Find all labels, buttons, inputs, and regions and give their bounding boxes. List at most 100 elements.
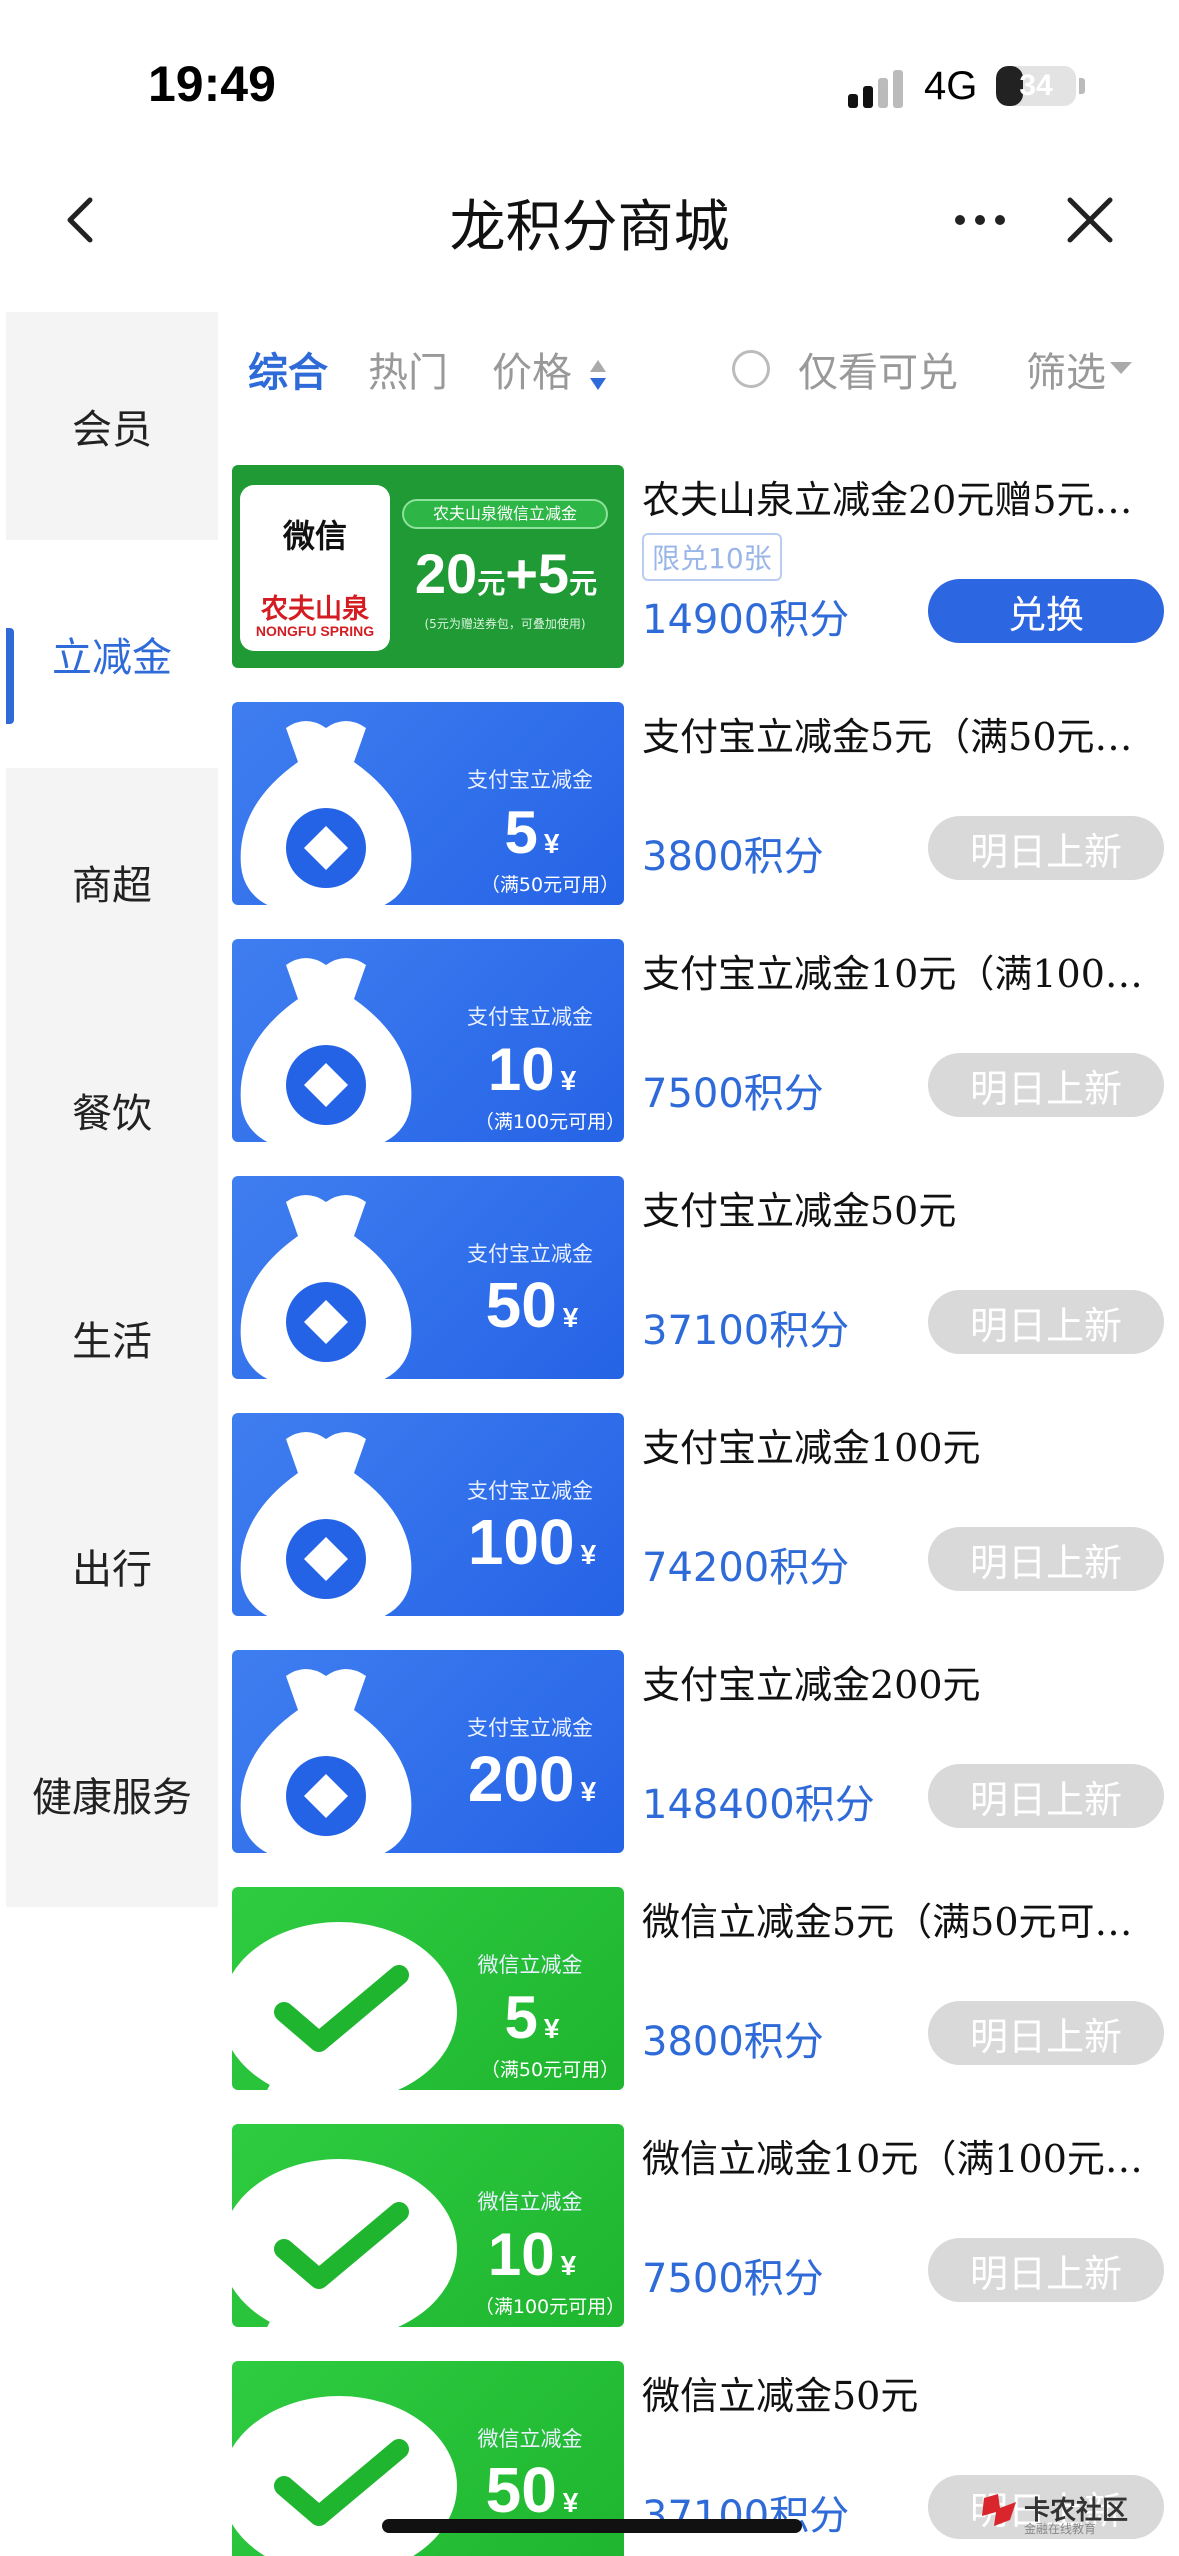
coupon-label: 支付宝立减金: [467, 1005, 593, 1029]
coupon-amount: 5 ¥: [504, 799, 560, 866]
product-price: 7500积分: [642, 2256, 824, 2302]
nav-bar: 龙积分商城: [0, 160, 1179, 280]
coming-soon-button[interactable]: 明日上新: [928, 816, 1164, 880]
wechat-label: 微信: [282, 517, 347, 555]
product-title: 支付宝立减金5元（满50元…: [642, 715, 1133, 759]
coupon-amount: 200 ¥: [467, 1743, 597, 1815]
product-item[interactable]: 微信 农夫山泉 NONGFU SPRING 农夫山泉微信立减金 20元+5元 (…: [232, 465, 1179, 668]
redeem-button[interactable]: 兑换: [928, 579, 1164, 643]
sidebar-item-dining[interactable]: 餐饮: [6, 996, 218, 1224]
coming-soon-button[interactable]: 明日上新: [928, 2001, 1164, 2065]
status-bar: 19:49 4G 34: [0, 0, 1179, 150]
product-item[interactable]: 支付宝立减金 5 ¥ （满50元可用） 支付宝立减金5元（满50元… 3800积分…: [232, 702, 1179, 905]
filter-comprehensive[interactable]: 综合: [248, 340, 328, 398]
product-image: 支付宝立减金 50 ¥: [232, 1176, 624, 1379]
product-image: 微信 农夫山泉 NONGFU SPRING 农夫山泉微信立减金 20元+5元 (…: [232, 465, 624, 668]
active-indicator: [6, 628, 14, 724]
sidebar-item-members[interactable]: 会员: [6, 312, 218, 540]
brand-name-en: NONGFU SPRING: [255, 623, 375, 639]
product-image: 支付宝立减金 10 ¥ （满100元可用）: [232, 939, 624, 1142]
signal-icon: [848, 70, 904, 108]
coupon-condition: （满50元可用）: [480, 874, 620, 896]
close-icon[interactable]: [1060, 190, 1120, 250]
money-bag-icon: [240, 958, 412, 1142]
coupon-amount: 20元+5元: [414, 542, 598, 605]
coupon-label: 微信立减金: [477, 2190, 583, 2214]
product-item[interactable]: 支付宝立减金 50 ¥ 支付宝立减金50元 37100积分 明日上新: [232, 1176, 1179, 1379]
product-item[interactable]: 支付宝立减金 200 ¥ 支付宝立减金200元 148400积分 明日上新: [232, 1650, 1179, 1853]
battery-level: 34: [1019, 69, 1053, 102]
money-bag-icon: [240, 1195, 412, 1379]
status-time: 19:49: [148, 56, 276, 112]
caret-down-icon: [1110, 362, 1132, 374]
product-price: 37100积分: [642, 1308, 850, 1354]
coming-soon-button[interactable]: 明日上新: [928, 2238, 1164, 2302]
product-price: 74200积分: [642, 1545, 850, 1591]
more-dots-icon[interactable]: [950, 190, 1010, 250]
coupon-label: 支付宝立减金: [467, 1479, 593, 1503]
product-item[interactable]: 支付宝立减金 10 ¥ （满100元可用） 支付宝立减金10元（满100… 750…: [232, 939, 1179, 1142]
product-price: 148400积分: [642, 1782, 875, 1828]
category-sidebar: 会员 立减金 商超 餐饮 生活 出行 健康服务: [6, 312, 218, 1907]
product-price: 3800积分: [642, 2019, 824, 2065]
filter-price[interactable]: 价格: [492, 340, 572, 398]
filter-hot[interactable]: 热门: [368, 340, 448, 398]
product-price: 14900积分: [642, 597, 850, 643]
coupon-label: 微信立减金: [477, 2427, 583, 2451]
product-image: 支付宝立减金 5 ¥ （满50元可用）: [232, 702, 624, 905]
sidebar-item-travel[interactable]: 出行: [6, 1452, 218, 1680]
coupon-amount: 100 ¥: [467, 1506, 597, 1578]
site-watermark: 卡农社区 金融在线教育: [980, 2490, 1130, 2536]
product-title: 微信立减金50元: [642, 2374, 919, 2418]
sidebar-item-supermarket[interactable]: 商超: [6, 768, 218, 996]
product-title: 微信立减金5元（满50元可…: [642, 1900, 1133, 1944]
coupon-label: 微信立减金: [477, 1953, 583, 1977]
money-bag-icon: [240, 1432, 412, 1616]
filter-only-available[interactable]: 仅看可兑: [798, 340, 958, 398]
battery-cap: [1079, 78, 1085, 94]
sort-icon[interactable]: [588, 358, 608, 392]
product-image: 支付宝立减金 100 ¥: [232, 1413, 624, 1616]
sidebar-item-discount[interactable]: 立减金: [6, 540, 218, 768]
wechat-chat-icon: [232, 1922, 457, 2090]
money-bag-icon: [240, 1669, 412, 1853]
coupon-condition: （满100元可用）: [474, 2296, 624, 2318]
product-item[interactable]: 微信立减金 5 ¥ （满50元可用） 微信立减金5元（满50元可… 3800积分 …: [232, 1887, 1179, 2090]
coupon-amount: 10 ¥: [487, 2221, 577, 2288]
network-label: 4G: [924, 64, 978, 108]
home-indicator[interactable]: [382, 2519, 802, 2533]
battery-icon: 34: [996, 66, 1076, 106]
coupon-condition: （满100元可用）: [474, 1111, 624, 1133]
product-item[interactable]: 微信立减金 10 ¥ （满100元可用） 微信立减金10元（满100元… 7500…: [232, 2124, 1179, 2327]
coupon-condition: （满50元可用）: [480, 2059, 620, 2081]
product-title: 农夫山泉立减金20元赠5元…: [642, 478, 1133, 522]
wechat-chat-icon: [232, 2159, 457, 2327]
coming-soon-button[interactable]: 明日上新: [928, 1764, 1164, 1828]
filter-bar: 综合 热门 价格 仅看可兑 筛选: [218, 330, 1179, 410]
coupon-amount: 50 ¥: [485, 1269, 579, 1341]
product-price: 7500积分: [642, 1071, 824, 1117]
product-title: 支付宝立减金200元: [642, 1663, 981, 1707]
money-bag-icon: [240, 721, 412, 905]
product-image: 微信立减金 10 ¥ （满100元可用）: [232, 2124, 624, 2327]
coming-soon-button[interactable]: 明日上新: [928, 1527, 1164, 1591]
coming-soon-button[interactable]: 明日上新: [928, 1053, 1164, 1117]
coupon-label: 支付宝立减金: [467, 1716, 593, 1740]
limit-badge: 限兑10张: [642, 533, 782, 581]
filter-button[interactable]: 筛选: [1026, 340, 1106, 398]
brand-card: 微信 农夫山泉 NONGFU SPRING: [240, 485, 390, 651]
watermark-subtext: 金融在线教育: [1024, 2522, 1097, 2536]
coming-soon-button[interactable]: 明日上新: [928, 1290, 1164, 1354]
sidebar-item-label: 立减金: [52, 635, 172, 681]
sidebar-item-life[interactable]: 生活: [6, 1224, 218, 1452]
coupon-banner: 农夫山泉微信立减金: [402, 499, 608, 529]
coupon-label: 支付宝立减金: [467, 768, 593, 792]
coupon-note: (5元为赠送券包，可叠加使用): [424, 617, 586, 631]
product-title: 支付宝立减金10元（满100…: [642, 952, 1143, 996]
product-image: 支付宝立减金 200 ¥: [232, 1650, 624, 1853]
product-item[interactable]: 支付宝立减金 100 ¥ 支付宝立减金100元 74200积分 明日上新: [232, 1413, 1179, 1616]
sidebar-item-health[interactable]: 健康服务: [6, 1680, 218, 1908]
watermark-logo-icon: [982, 2494, 1016, 2526]
only-available-radio[interactable]: [732, 350, 770, 388]
product-title: 支付宝立减金100元: [642, 1426, 981, 1470]
